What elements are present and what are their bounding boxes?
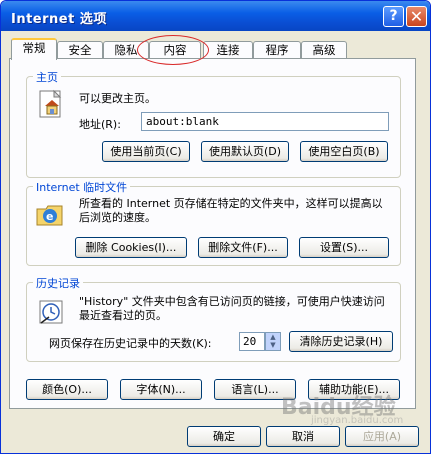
general-tab-panel: 主页 可以更改主页。 地址(R): about:blank 使用当前页(C) 使… — [9, 58, 416, 409]
window-title: Internet 选项 — [11, 12, 107, 27]
spinner-up-icon[interactable]: ▲ — [266, 333, 280, 341]
tab-security[interactable]: 安全 — [57, 41, 103, 59]
ie-folder-icon: e — [36, 205, 63, 226]
tab-content[interactable]: 内容 — [149, 41, 201, 59]
tab-programs[interactable]: 程序 — [253, 41, 301, 59]
tab-connections[interactable]: 连接 — [203, 41, 253, 59]
internet-options-window: Internet 选项 ? ✕ 常规 安全 隐私 内容 连接 程序 高级 主页 … — [0, 0, 431, 454]
title-bar[interactable]: Internet 选项 ? ✕ — [1, 1, 430, 31]
tab-privacy[interactable]: 隐私 — [103, 41, 149, 59]
use-blank-button[interactable]: 使用空白页(B) — [300, 141, 388, 162]
homepage-group: 主页 可以更改主页。 地址(R): about:blank 使用当前页(C) 使… — [26, 69, 401, 178]
temp-files-group-title: Internet 临时文件 — [33, 179, 131, 195]
use-default-button[interactable]: 使用默认页(D) — [201, 141, 289, 162]
help-button[interactable]: ? — [383, 6, 404, 27]
homepage-description: 可以更改主页。 — [79, 92, 156, 105]
ok-button[interactable]: 确定 — [187, 426, 261, 447]
history-group: 历史记录 "History" 文件夹中包含有已访问页的链接，可使用户快速访问最近… — [26, 275, 401, 362]
delete-files-button[interactable]: 删除文件(F)... — [198, 237, 288, 258]
history-days-spinner[interactable]: ▲ ▼ — [265, 332, 281, 351]
apply-button[interactable]: 应用(A) — [345, 426, 419, 447]
history-days-input[interactable]: 20 — [239, 332, 265, 351]
homepage-group-title: 主页 — [33, 69, 61, 85]
cancel-button[interactable]: 取消 — [266, 426, 340, 447]
fonts-button[interactable]: 字体(N)... — [120, 379, 202, 400]
tab-general[interactable]: 常规 — [11, 38, 57, 60]
colors-button[interactable]: 颜色(O)... — [26, 379, 108, 400]
temp-files-group: Internet 临时文件 e 所查看的 Internet 页存储在特定的文件夹… — [26, 179, 401, 266]
house-icon — [39, 89, 62, 118]
svg-text:e: e — [46, 210, 53, 223]
watermark-url: jingyan.baidu.com — [311, 415, 404, 426]
delete-cookies-button[interactable]: 删除 Cookies(I)... — [75, 237, 187, 258]
history-days-label: 网页保存在历史记录中的天数(K): — [49, 337, 212, 350]
temp-settings-button[interactable]: 设置(S)... — [299, 237, 389, 258]
tab-advanced[interactable]: 高级 — [301, 41, 347, 59]
history-group-title: 历史记录 — [33, 275, 83, 291]
history-description: "History" 文件夹中包含有已访问页的链接，可使用户快速访问最近查看过的页… — [79, 295, 385, 322]
close-button[interactable]: ✕ — [406, 6, 427, 27]
homepage-address-input[interactable]: about:blank — [141, 112, 389, 131]
clear-history-button[interactable]: 清除历史记录(H) — [289, 331, 393, 352]
address-label: 地址(R): — [79, 118, 121, 131]
spinner-down-icon[interactable]: ▼ — [266, 341, 280, 349]
history-clock-icon — [39, 300, 63, 324]
use-current-button[interactable]: 使用当前页(C) — [102, 141, 190, 162]
temp-files-description: 所查看的 Internet 页存储在特定的文件夹中，这样可以提高以后浏览的速度。 — [79, 197, 383, 224]
